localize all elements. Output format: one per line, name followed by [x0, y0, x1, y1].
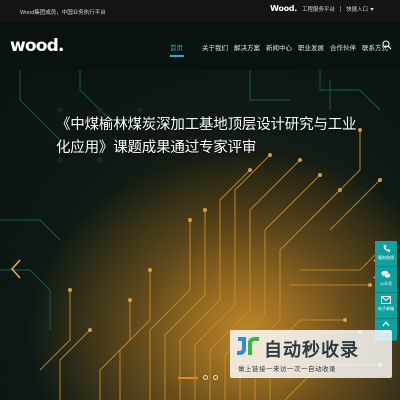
engineering-platform-link[interactable]: 工程服务平台	[302, 5, 335, 13]
phone-icon	[383, 244, 390, 252]
nav-item-news[interactable]: 新闻中心	[266, 42, 298, 52]
hero-headline[interactable]: 《中煤榆林煤炭深加工基地顶层设计研究与工业化应用》课题成果通过专家评审	[56, 114, 366, 160]
nav-menu: 首页 关于我们 解决方案 新闻中心 职业发展 合作伙伴 联系方式	[170, 42, 394, 57]
group-member-text: Wood集团成员，中国业务执行平台	[20, 10, 106, 16]
wechat-label: 公众号	[380, 281, 392, 286]
wechat-button[interactable]: 公众号	[375, 267, 397, 293]
quick-entry-label: 快捷入口	[345, 6, 368, 13]
slide-indicator[interactable]	[213, 375, 218, 380]
mail-icon	[381, 296, 391, 304]
hotline-label: 服务热线	[378, 255, 394, 260]
watermark-overlay[interactable]: 自动秒收录 做上链接一来访一次一自动收录	[230, 330, 392, 378]
slide-indicator-active[interactable]	[178, 376, 198, 379]
watermark-title: 自动秒收录	[264, 340, 359, 361]
link-badge-icon	[237, 337, 259, 355]
main-navigation: wood. 首页 关于我们 解决方案 新闻中心 职业发展 合作伙伴 联系方式	[0, 22, 400, 70]
wood-mini-logo[interactable]: Wood.	[270, 4, 297, 13]
search-icon[interactable]	[382, 40, 392, 50]
page: Wood集团成员，中国业务执行平台 Wood. 工程服务平台 快捷入口 wood…	[0, 0, 400, 400]
nav-item-partners[interactable]: 合作伙伴	[330, 42, 362, 52]
slide-indicator[interactable]	[203, 375, 208, 380]
arrow-up-icon	[382, 321, 390, 327]
wood-logo[interactable]: wood.	[10, 36, 64, 56]
nav-item-careers[interactable]: 职业发展	[298, 42, 330, 52]
hotline-button[interactable]: 服务热线	[375, 241, 397, 267]
chevron-left-icon[interactable]	[10, 258, 22, 280]
watermark-subtitle: 做上链接一来访一次一自动收录	[238, 366, 336, 373]
slide-indicators	[178, 375, 218, 380]
quick-entry-dropdown[interactable]: 快捷入口	[346, 5, 374, 13]
wechat-icon	[381, 270, 391, 279]
email-button[interactable]: 电子邮箱	[375, 293, 397, 319]
chevron-down-icon	[370, 7, 374, 11]
floating-side-tools: 服务热线 公众号 电子邮箱 TOP	[375, 241, 397, 341]
nav-item-home[interactable]: 首页	[170, 42, 202, 57]
nav-item-solutions[interactable]: 解决方案	[234, 42, 266, 52]
email-label: 电子邮箱	[378, 306, 394, 311]
top-utility-bar: Wood集团成员，中国业务执行平台 Wood. 工程服务平台 快捷入口	[0, 0, 400, 22]
top-right-links: Wood. 工程服务平台 快捷入口	[270, 4, 374, 13]
divider	[339, 5, 341, 12]
nav-item-about[interactable]: 关于我们	[202, 42, 234, 52]
